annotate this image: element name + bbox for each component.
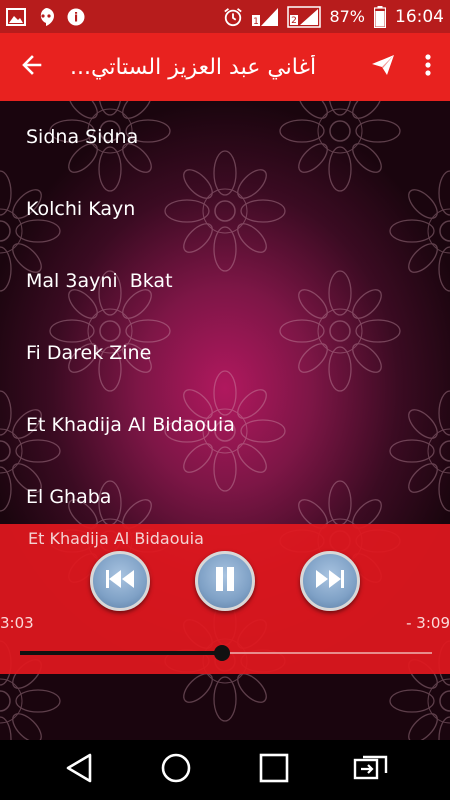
seek-bar[interactable] [20, 645, 432, 661]
fast-forward-icon [315, 568, 345, 594]
previous-button[interactable] [90, 551, 150, 611]
triangle-back-icon [65, 753, 93, 787]
navigation-bar [0, 740, 450, 800]
song-title: Kolchi Kayn [26, 198, 136, 220]
rewind-icon [105, 568, 135, 594]
pause-icon [214, 566, 236, 596]
clock: 16:04 [395, 6, 444, 27]
song-list-area[interactable]: Sidna Sidna Kolchi Kayn Mal 3ayni Bkat F… [0, 101, 450, 740]
sim1-signal-icon: 1 [251, 7, 279, 27]
nav-recents-button[interactable] [249, 745, 299, 795]
status-bar: i 1 2 87% 16:04 [0, 0, 450, 33]
sim2-signal-icon: 2 [287, 5, 322, 28]
page-title: أغاني عبد العزيز الستاتي... [70, 54, 317, 80]
status-bar-system: 1 2 87% 16:04 [223, 5, 444, 28]
battery-icon [373, 5, 387, 28]
image-icon [6, 7, 26, 27]
song-title: Et Khadija Al Bidaouia [26, 414, 235, 436]
song-item[interactable]: Kolchi Kayn [0, 173, 450, 245]
app-bar: أغاني عبد العزيز الستاتي... [0, 33, 450, 101]
share-button[interactable] [360, 33, 406, 101]
switch-app-icon [353, 754, 389, 786]
circle-home-icon [160, 752, 192, 788]
more-vertical-icon [425, 54, 431, 80]
nav-switch-app-button[interactable] [346, 745, 396, 795]
now-playing-title: Et Khadija Al Bidaouia [28, 529, 204, 548]
song-item[interactable]: El Ghaba [0, 461, 450, 533]
seek-bar-progress [20, 651, 222, 655]
song-title: Sidna Sidna [26, 126, 139, 148]
sim2-label: 2 [292, 16, 298, 26]
remaining-time: - 3:09 [406, 614, 450, 632]
song-title: Fi Darek Zine [26, 342, 152, 364]
media-player: Et Khadija Al Bidaouia 3:03 - 3:09 [0, 524, 450, 674]
song-list: Sidna Sidna Kolchi Kayn Mal 3ayni Bkat F… [0, 101, 450, 533]
song-item[interactable]: Et Khadija Al Bidaouia [0, 389, 450, 461]
hangouts-icon: i [66, 7, 86, 27]
send-icon [371, 54, 395, 80]
back-button[interactable] [0, 33, 64, 101]
square-recents-icon [259, 753, 289, 787]
song-item[interactable]: Fi Darek Zine [0, 317, 450, 389]
svg-text:i: i [74, 10, 78, 24]
nav-home-button[interactable] [151, 745, 201, 795]
pause-button[interactable] [195, 551, 255, 611]
alarm-icon [223, 7, 243, 27]
song-item[interactable]: Sidna Sidna [0, 101, 450, 173]
hangouts-icon [36, 7, 56, 27]
song-title: Mal 3ayni Bkat [26, 270, 173, 292]
more-options-button[interactable] [406, 33, 450, 101]
arrow-left-icon [20, 53, 44, 81]
elapsed-time: 3:03 [0, 614, 34, 632]
song-item[interactable]: Mal 3ayni Bkat [0, 245, 450, 317]
battery-percent: 87% [329, 7, 365, 26]
status-bar-notifications: i [6, 7, 86, 27]
next-button[interactable] [300, 551, 360, 611]
seek-bar-thumb[interactable] [213, 645, 230, 661]
sim1-label: 1 [254, 17, 260, 27]
song-title: El Ghaba [26, 486, 112, 508]
nav-back-button[interactable] [54, 745, 104, 795]
